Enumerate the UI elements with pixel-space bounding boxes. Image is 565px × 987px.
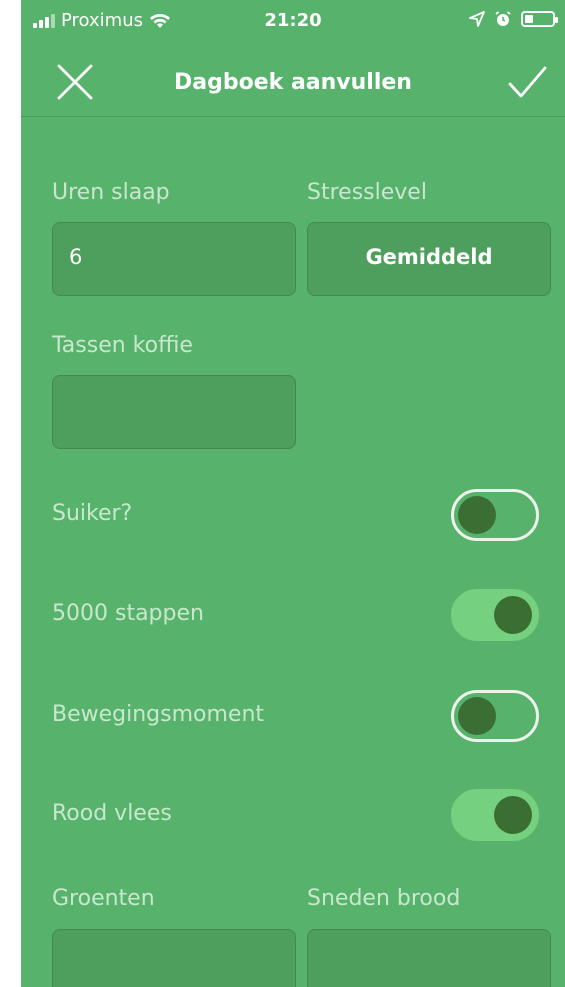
- navigation-bar: Dagboek aanvullen: [21, 48, 565, 117]
- tassen-koffie-label: Tassen koffie: [52, 333, 193, 358]
- toggle-label-suiker: Suiker?: [52, 501, 133, 526]
- battery-icon: [521, 11, 558, 27]
- stresslevel-label: Stresslevel: [307, 180, 427, 205]
- toggle-knob: [494, 796, 532, 834]
- sneden-brood-input[interactable]: [307, 929, 551, 987]
- 5000-stappen-toggle[interactable]: [451, 589, 539, 641]
- toggle-knob: [458, 496, 496, 534]
- toggle-label-rood-vlees: Rood vlees: [52, 801, 172, 826]
- app-screen: Proximus 21:20 Dagboek aanvullen Uren sl…: [21, 0, 565, 987]
- suiker-toggle[interactable]: [451, 489, 539, 541]
- toggle-label-5000-stappen: 5000 stappen: [52, 601, 204, 626]
- toggle-label-bewegingsmoment: Bewegingsmoment: [52, 702, 265, 727]
- groenten-input[interactable]: [52, 929, 296, 987]
- location-arrow-icon: [469, 11, 485, 27]
- uren-slaap-value: 6: [69, 245, 83, 269]
- checkmark-icon: [508, 66, 547, 98]
- rood-vlees-toggle[interactable]: [451, 789, 539, 841]
- toggle-knob: [494, 596, 532, 634]
- confirm-button[interactable]: [507, 64, 547, 100]
- page-title: Dagboek aanvullen: [174, 70, 412, 95]
- tassen-koffie-input[interactable]: [52, 375, 296, 449]
- status-bar: Proximus 21:20: [21, 0, 565, 44]
- stresslevel-value: Gemiddeld: [365, 245, 493, 269]
- uren-slaap-label: Uren slaap: [52, 180, 170, 205]
- uren-slaap-input[interactable]: 6: [52, 222, 296, 296]
- stresslevel-select[interactable]: Gemiddeld: [307, 222, 551, 296]
- bewegingsmoment-toggle[interactable]: [451, 690, 539, 742]
- groenten-label: Groenten: [52, 886, 155, 911]
- toggle-knob: [458, 697, 496, 735]
- alarm-icon: [495, 11, 511, 26]
- sneden-brood-label: Sneden brood: [307, 886, 461, 911]
